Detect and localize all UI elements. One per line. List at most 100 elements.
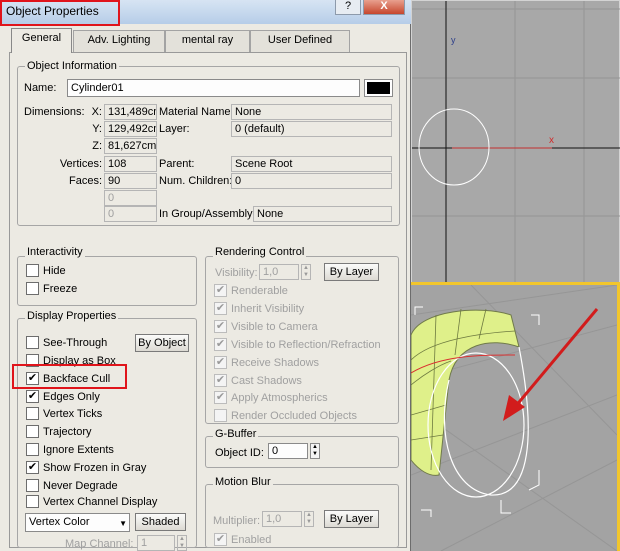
trajectory-label: Trajectory [43,426,92,438]
parent-value: Scene Root [231,156,392,172]
multiplier-spinner-icon[interactable]: ▲ ▼ [304,511,314,527]
visible-to-camera-label: Visible to Camera [231,321,318,333]
group-assembly-label: In Group/Assembly: [159,208,256,220]
inherit-visibility-label: Inherit Visibility [231,303,305,315]
never-degrade-checkbox[interactable] [26,479,39,492]
map-channel-label: Map Channel: [65,538,134,550]
material-name-value: None [231,104,392,120]
renderable-label: Renderable [231,285,288,297]
interactivity-label: Interactivity [25,246,85,258]
hide-checkbox[interactable] [26,264,39,277]
cylinder-top-circle [418,108,490,186]
faces-value: 90 [104,173,157,189]
cast-shadows-checkbox[interactable]: ✔ [214,374,227,387]
renderable-checkbox[interactable]: ✔ [214,284,227,297]
chevron-down-icon: ▼ [119,519,127,528]
map-channel-spinner-icon[interactable]: ▲ ▼ [177,535,187,551]
object-id-label: Object ID: [215,447,264,459]
visible-to-reflection-checkbox[interactable]: ✔ [214,338,227,351]
vertex-color-value: Vertex Color [29,516,90,528]
apply-atmospherics-label: Apply Atmospherics [231,392,328,404]
close-button[interactable]: X [363,0,405,15]
object-information-label: Object Information [25,60,119,72]
see-through-checkbox[interactable] [26,336,39,349]
annotation-arrow [513,308,599,408]
perspective-scene [411,285,617,551]
multiplier-label: Multiplier: [213,515,261,527]
receive-shadows-checkbox[interactable]: ✔ [214,356,227,369]
tab-user-defined[interactable]: User Defined [250,30,350,52]
top-viewport-grid [412,1,620,284]
see-through-label: See-Through [43,337,108,349]
dimension-z-value: 81,627cm [104,138,157,154]
ignore-extents-label: Ignore Extents [43,444,114,456]
edges-only-label: Edges Only [43,391,100,403]
vertex-ticks-checkbox[interactable] [26,407,39,420]
backface-cull-highlight-box [12,364,127,389]
motion-blur-enabled-checkbox[interactable]: ✔ [214,533,227,546]
motion-blur-enabled-label: Enabled [231,534,272,546]
cast-shadows-label: Cast Shadows [231,375,302,387]
inherit-visibility-checkbox[interactable]: ✔ [214,302,227,315]
rendering-control-label: Rendering Control [213,246,307,258]
layer-label: Layer: [159,123,190,135]
material-name-label: Material Name: [159,106,234,118]
visible-to-reflection-label: Visible to Reflection/Refraction [231,339,381,351]
extra-count-1: 0 [104,190,157,206]
rendering-by-layer-button[interactable]: By Layer [324,263,379,281]
object-id-spinner-icon[interactable]: ▲ ▼ [310,443,320,459]
dimension-z-label: Z: [92,140,102,152]
trajectory-checkbox[interactable] [26,425,39,438]
perspective-viewport[interactable] [411,285,617,551]
freeze-label: Freeze [43,283,78,295]
top-axis-y-label: y [451,35,456,45]
visibility-field: 1,0 [259,264,299,280]
visibility-spinner-icon[interactable]: ▲ ▼ [301,264,311,280]
tab-general[interactable]: General [11,28,72,53]
top-axis-x-label: x [549,135,554,146]
name-field[interactable]: Cylinder01 [67,79,360,97]
never-degrade-label: Never Degrade [43,480,118,492]
cylinder-surface [411,309,520,476]
object-properties-window: Object Properties ? X Adv. Lighting ment… [0,0,411,551]
layer-value: 0 (default) [231,121,392,137]
visibility-label: Visibility: [215,267,258,279]
extra-count-2: 0 [104,206,157,222]
title-highlight-box [0,0,120,26]
object-id-field[interactable]: 0 [268,443,308,459]
object-color-swatch[interactable] [364,79,393,97]
display-properties-label: Display Properties [25,310,119,322]
tab-mental-ray[interactable]: mental ray [165,30,250,52]
render-occluded-objects-checkbox[interactable] [214,409,227,422]
name-label: Name: [24,82,57,94]
receive-shadows-label: Receive Shadows [231,357,320,369]
dimension-y-value: 129,492cm [104,121,157,137]
apply-atmospherics-checkbox[interactable]: ✔ [214,391,227,404]
edges-only-checkbox[interactable]: ✔ [26,390,39,403]
dimension-x-value: 131,489cm [104,104,157,120]
vertex-channel-display-label: Vertex Channel Display [43,496,158,508]
visible-to-camera-checkbox[interactable]: ✔ [214,320,227,333]
show-frozen-in-gray-checkbox[interactable]: ✔ [26,461,39,474]
vertex-ticks-label: Vertex Ticks [43,408,103,420]
by-object-button[interactable]: By Object [135,334,189,352]
render-occluded-objects-label: Render Occluded Objects [231,410,357,422]
ignore-extents-checkbox[interactable] [26,443,39,456]
hide-label: Hide [43,265,66,277]
freeze-checkbox[interactable] [26,282,39,295]
help-button[interactable]: ? [335,0,361,15]
map-channel-field: 1 [137,535,175,551]
dimension-x-label: X: [91,106,102,118]
faces-label: Faces: [68,175,102,187]
top-viewport[interactable]: x y [411,0,620,284]
dimension-y-label: Y: [92,123,102,135]
vertex-color-dropdown[interactable]: Vertex Color ▼ [25,513,130,532]
shaded-button[interactable]: Shaded [135,513,186,531]
num-children-label: Num. Children: [159,175,233,187]
motion-blur-label: Motion Blur [213,476,273,488]
show-frozen-in-gray-label: Show Frozen in Gray [43,462,147,474]
motion-blur-by-layer-button[interactable]: By Layer [324,510,379,528]
vertex-channel-display-checkbox[interactable] [26,495,39,508]
tab-adv-lighting[interactable]: Adv. Lighting [73,30,165,52]
gbuffer-label: G-Buffer [213,428,259,440]
